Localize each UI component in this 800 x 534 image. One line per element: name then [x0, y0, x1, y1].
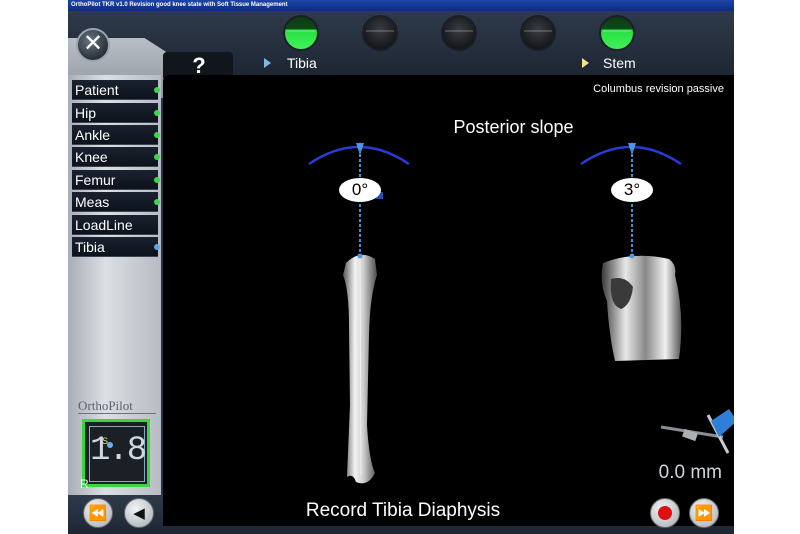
sidebar-item-label: Knee — [75, 149, 108, 165]
close-button[interactable]: ✕ — [76, 28, 110, 62]
workflow-step-stem-indicator[interactable] — [599, 15, 635, 51]
tibia-sagittal — [601, 255, 682, 361]
sidebar-item-ankle[interactable]: Ankle — [72, 125, 160, 145]
back-button[interactable]: ◀ — [124, 498, 154, 528]
axis-dot-right — [629, 253, 635, 259]
workflow-step-stem-label: Stem — [603, 55, 636, 71]
status-message: Record Tibia Diaphysis — [305, 500, 501, 521]
sidebar-item-label: Patient — [75, 82, 119, 98]
stem-arrow-icon — [582, 58, 589, 68]
orthopilot-window: OrthoPilot TKR v1.0 Revision good knee s… — [68, 0, 734, 534]
bone-visualization — [308, 143, 734, 484]
sidebar-item-label: LoadLine — [75, 217, 133, 233]
sidebar-item-meas[interactable]: Meas — [72, 192, 160, 212]
status-dot-icon — [154, 87, 160, 93]
sensor-status: 1.8 S — [82, 419, 150, 487]
sensor-value: 1.8 — [90, 432, 147, 470]
status-dot-icon — [154, 110, 160, 116]
navigation-viewport: Columbus revision passive Posterior slop… — [163, 75, 734, 495]
brand-divider — [78, 413, 156, 414]
workflow-step-4-indicator[interactable] — [520, 15, 556, 51]
brand-logo: OrthoPilot — [78, 398, 133, 413]
workflow-step-tibia-label: Tibia — [287, 55, 317, 71]
sidebar-item-label: Ankle — [75, 127, 111, 143]
status-dot-icon — [154, 199, 160, 205]
sidebar-item-patient[interactable]: Patient — [72, 80, 160, 100]
pointer-instrument-icon — [660, 409, 734, 454]
workflow-step-3-indicator[interactable] — [441, 15, 477, 51]
workflow-step-2-indicator[interactable] — [362, 15, 398, 51]
sidebar-item-label: Meas — [75, 194, 110, 210]
sidebar-item-knee[interactable]: Knee — [72, 147, 160, 167]
angle-label-left: 0° — [339, 178, 381, 202]
sidebar-item-label: Tibia — [75, 239, 105, 255]
status-dot-icon — [154, 132, 160, 138]
workflow-step-tibia-indicator[interactable] — [283, 15, 319, 51]
tibia-arrow-icon — [264, 58, 271, 68]
status-dot-icon — [154, 177, 160, 183]
sidebar-item-hip[interactable]: Hip — [72, 103, 160, 123]
forward-button[interactable]: ⏩ — [689, 498, 719, 528]
record-button[interactable] — [650, 498, 680, 528]
angle-label-right: 3° — [611, 178, 653, 202]
side-indicator: R — [80, 477, 89, 491]
window-title-bar: OrthoPilot TKR v1.0 Revision good knee s… — [68, 0, 734, 11]
sidebar-item-tibia[interactable]: Tibia — [72, 237, 160, 257]
distance-readout: 0.0 mm — [658, 462, 722, 483]
sensor-dot-icon — [107, 442, 113, 448]
status-dot-icon — [154, 154, 160, 160]
sidebar-item-loadline[interactable]: LoadLine — [72, 215, 158, 235]
sidebar-item-label: Hip — [75, 105, 97, 121]
active-dot-icon — [154, 244, 160, 250]
record-icon — [658, 506, 672, 520]
axis-dot-left — [357, 253, 363, 259]
sidebar-item-label: Femur — [75, 172, 116, 188]
back-to-start-button[interactable]: ⏪ — [83, 498, 113, 528]
sidebar-item-femur[interactable]: Femur — [72, 170, 160, 190]
